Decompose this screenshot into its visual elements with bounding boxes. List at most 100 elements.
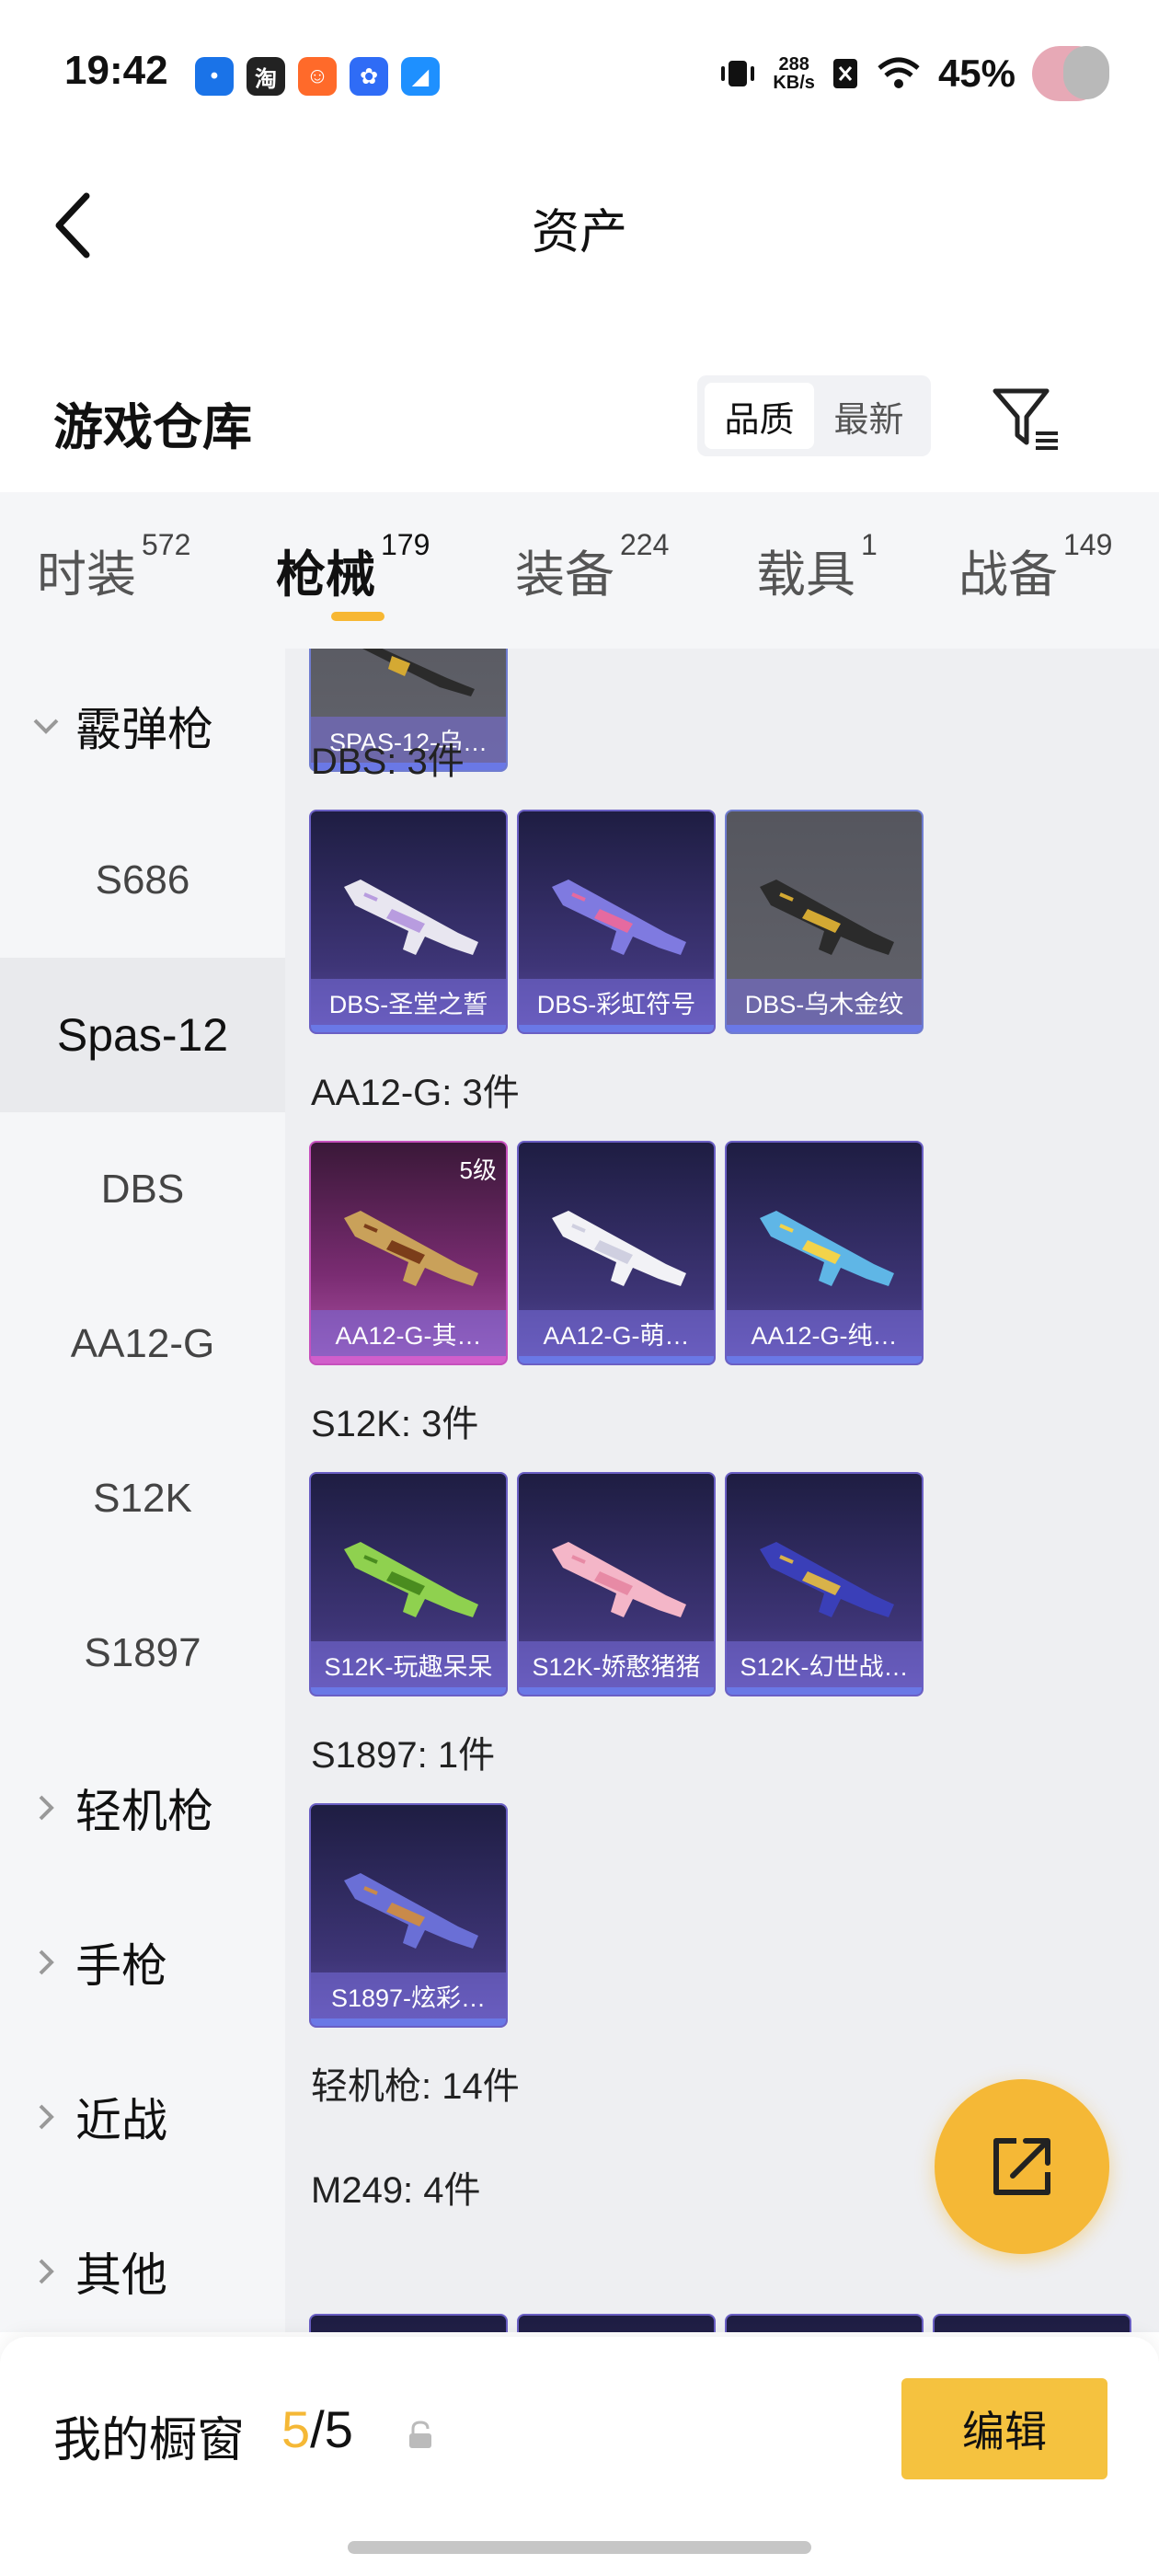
tab-fashion[interactable]: 时装572 (37, 528, 190, 606)
net-speed-unit: KB/s (773, 73, 815, 93)
tab-fashion-count: 572 (142, 528, 191, 561)
nav-header: 资产 (0, 156, 1159, 294)
weapon-skin-image (760, 1211, 894, 1286)
rarity-bar (519, 1687, 714, 1695)
tab-equipment-count: 224 (620, 528, 670, 561)
weapon-card-m249[interactable] (933, 2314, 1131, 2332)
weapon-card[interactable]: AA12-G-纯… (725, 1141, 924, 1365)
weapon-card-label: AA12-G-其… (311, 1310, 506, 1356)
weapon-card[interactable]: DBS-圣堂之誓 (309, 810, 508, 1034)
sidebar-item-s12k[interactable]: S12K (0, 1421, 285, 1576)
weapon-card[interactable]: AA12-G-萌… (517, 1141, 716, 1365)
showcase-count-total: /5 (310, 2400, 353, 2458)
rarity-bar (519, 1356, 714, 1363)
showcase-footer: 我的橱窗 5/5 编辑 (0, 2337, 1159, 2576)
filter-icon[interactable] (990, 382, 1063, 455)
tab-vehicles-count: 1 (861, 528, 878, 561)
weapon-skin-image (552, 1542, 686, 1617)
home-indicator[interactable] (348, 2541, 811, 2554)
sidebar-group-lmg-label: 轻机枪 (75, 1786, 213, 1837)
weapon-card[interactable]: S12K-玩趣呆呆 (309, 1472, 508, 1696)
sidebar-item-spas12[interactable]: Spas-12 (0, 958, 285, 1112)
tab-gear-count: 149 (1063, 528, 1113, 561)
weapon-skin-image (760, 880, 894, 955)
weapon-skin-image (344, 880, 478, 955)
status-time: 19:42 (64, 48, 168, 93)
showcase-count: 5/5 (281, 2399, 353, 2459)
chevron-right-icon (39, 2104, 54, 2130)
sidebar-group-shotgun[interactable]: 霰弹枪 (28, 649, 213, 803)
weapon-card-label: DBS-圣堂之誓 (311, 979, 506, 1025)
rarity-bar (727, 1687, 922, 1695)
showcase-count-current: 5 (281, 2400, 311, 2458)
sim-off-icon (832, 59, 857, 88)
rarity-bar (311, 2018, 506, 2026)
weapon-card[interactable]: S12K-娇憨猪猪 (517, 1472, 716, 1696)
sidebar-item-s1897[interactable]: S1897 (0, 1576, 285, 1731)
weapon-skin-image (344, 1211, 478, 1286)
weapon-card-label: AA12-G-萌… (519, 1310, 714, 1356)
sidebar-group-lmg[interactable]: 轻机枪 (28, 1731, 213, 1885)
sidebar-group-pistol[interactable]: 手枪 (28, 1885, 167, 2040)
sidebar-item-s686[interactable]: S686 (0, 803, 285, 958)
weapon-card[interactable]: DBS-乌木金纹 (725, 810, 924, 1034)
tab-gear-label: 战备 (958, 547, 1058, 603)
share-icon (993, 2138, 1050, 2195)
edit-button[interactable]: 编辑 (901, 2378, 1107, 2479)
battery-level: 45% (937, 52, 1016, 95)
weapon-card[interactable]: 5级 AA12-G-其… (309, 1141, 508, 1365)
category-tabs: 时装572 枪械179 装备224 载具1 战备149 (0, 492, 1159, 649)
weapon-card-m249[interactable] (725, 2314, 924, 2332)
rarity-bar (311, 1687, 506, 1695)
weapon-level-badge: 5级 (459, 1156, 497, 1184)
section-title-aa12g: AA12-G: 3件 (311, 1073, 520, 1113)
share-button[interactable] (935, 2079, 1109, 2254)
weapon-skin-image (344, 1873, 478, 1949)
sidebar-item-aa12g[interactable]: AA12-G (0, 1267, 285, 1421)
tab-vehicles-label: 载具 (756, 547, 855, 603)
chevron-right-icon (39, 2259, 54, 2284)
sort-quality-button[interactable]: 品质 (705, 383, 814, 449)
message-app-icon: • (195, 57, 234, 96)
rarity-bar (519, 1025, 714, 1032)
rarity-bar (727, 1356, 922, 1363)
weapon-card-label: S1897-炫彩… (311, 1972, 506, 2018)
page-title: 资产 (531, 206, 627, 259)
swift-app-icon: ◢ (401, 57, 440, 96)
tab-fashion-label: 时装 (37, 547, 136, 603)
weapon-card-label: S12K-娇憨猪猪 (519, 1641, 714, 1687)
blue-app-icon: ✿ (350, 57, 388, 96)
vibrate-icon (721, 61, 755, 86)
sidebar-group-melee[interactable]: 近战 (28, 2040, 167, 2194)
status-bar: 19:42 • 淘 ☺ ✿ ◢ 288 KB/s 45% (0, 0, 1159, 138)
active-tab-indicator (331, 612, 384, 621)
tab-vehicles[interactable]: 载具1 (756, 528, 878, 606)
section-title-dbs: DBS: 3件 (311, 742, 465, 782)
weapon-card[interactable]: DBS-彩虹符号 (517, 810, 716, 1034)
sidebar-group-other[interactable]: 其他 (28, 2194, 167, 2349)
weapon-card-m249[interactable] (309, 2314, 508, 2332)
chevron-right-icon (39, 1949, 54, 1975)
section-title-s12k: S12K: 3件 (311, 1404, 479, 1444)
tab-guns[interactable]: 枪械179 (276, 528, 430, 606)
sidebar-item-dbs[interactable]: DBS (0, 1112, 285, 1267)
weapon-card[interactable]: S12K-幻世战… (725, 1472, 924, 1696)
chevron-down-icon (33, 719, 59, 734)
net-speed-value: 288 (778, 54, 809, 75)
tab-equipment[interactable]: 装备224 (515, 528, 669, 606)
weapon-skin-image (552, 1211, 686, 1286)
weapon-card[interactable]: S1897-炫彩… (309, 1803, 508, 2028)
sidebar-group-pistol-label: 手枪 (75, 1940, 167, 1992)
floating-assistant-avatar[interactable] (1032, 46, 1109, 101)
tab-gear[interactable]: 战备149 (958, 528, 1112, 606)
weapon-card-label: S12K-玩趣呆呆 (311, 1641, 506, 1687)
warehouse-title: 游戏仓库 (53, 400, 252, 455)
sort-latest-button[interactable]: 最新 (814, 383, 924, 449)
weapon-card-m249[interactable] (517, 2314, 716, 2332)
showcase-title: 我的橱窗 (53, 2414, 246, 2467)
net-speed: 288 KB/s (773, 55, 815, 92)
tab-guns-count: 179 (381, 528, 430, 561)
status-right: 288 KB/s 45% (719, 46, 1109, 101)
taobao-app-icon: 淘 (247, 57, 285, 96)
weapon-skin-image (552, 880, 686, 955)
